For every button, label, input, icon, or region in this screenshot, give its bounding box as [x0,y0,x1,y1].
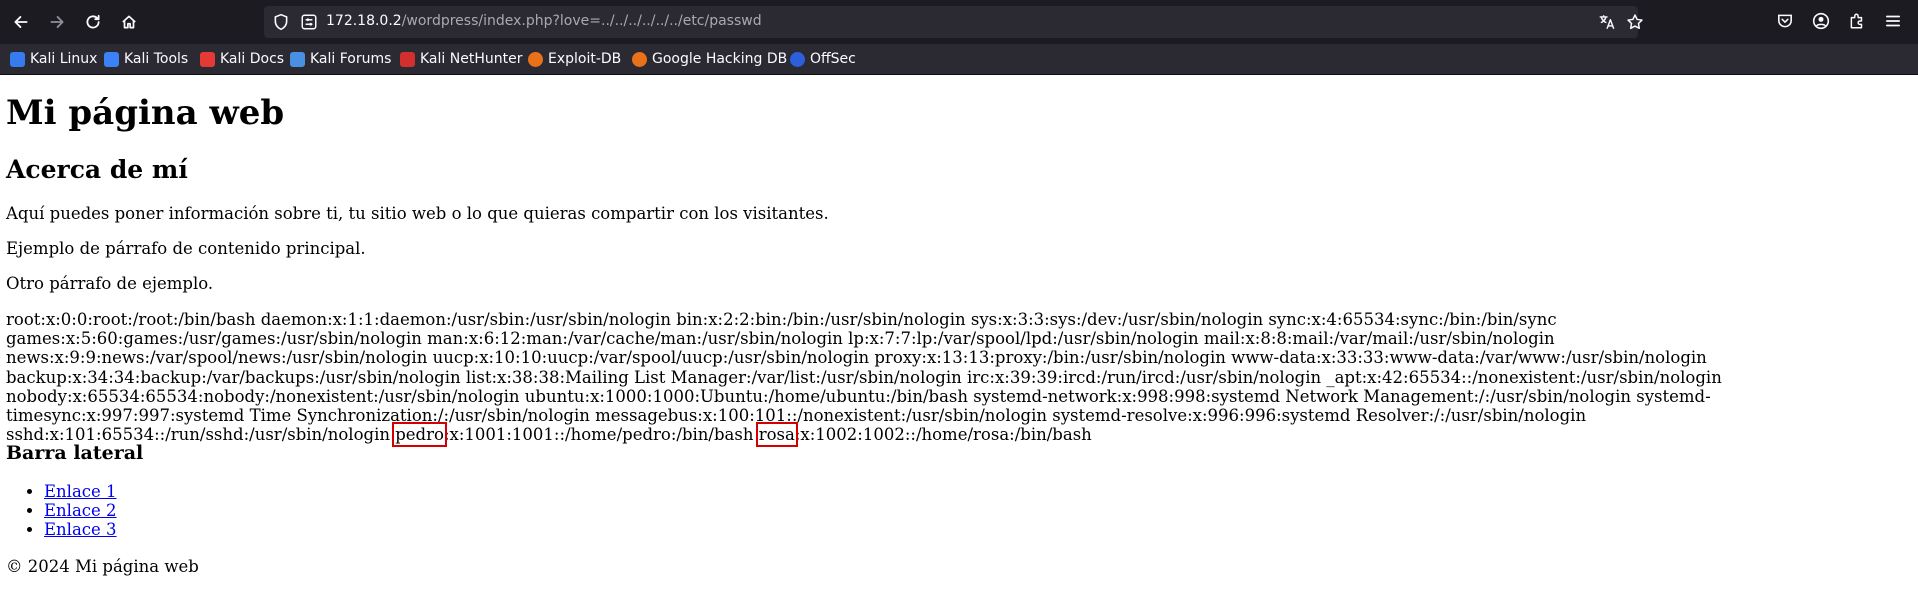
home-icon[interactable] [116,9,142,35]
highlighted-user-rosa: rosa [755,422,798,448]
passwd-text: :x:1001:1001::/home/pedro:/bin/bash [443,425,759,445]
reload-icon[interactable] [80,9,106,35]
connection-info-icon[interactable] [300,13,318,36]
bookmark-kali-docs[interactable]: Kali Docs [200,49,284,69]
list-item: Enlace 1 [44,482,117,501]
passwd-file-output: root:x:0:0:root:/root:/bin/bash daemon:x… [6,310,1906,448]
page-footer: © 2024 Mi página web [6,557,199,576]
bookmark-label: Google Hacking DB [652,51,788,67]
sidebar-heading: Barra lateral [6,442,144,464]
exploitdb-icon [528,51,543,67]
url-text[interactable]: 172.18.0.2/wordpress/index.php?love=../.… [326,13,762,29]
bookmark-kali-forums[interactable]: Kali Forums [290,49,391,69]
bookmark-label: Kali Tools [124,51,189,67]
paragraph-intro: Aquí puedes poner información sobre ti, … [6,204,829,223]
bookmark-label: Kali Docs [220,51,285,67]
nethunter-icon [400,51,415,67]
bookmark-kali-linux[interactable]: Kali Linux [10,49,97,69]
offsec-icon [790,51,805,67]
kali-forums-icon [290,51,305,67]
link-enlace-2[interactable]: Enlace 2 [44,501,117,520]
link-enlace-3[interactable]: Enlace 3 [44,520,117,539]
bookmark-label: Kali Linux [30,51,98,67]
extensions-icon[interactable] [1848,12,1866,35]
pocket-icon[interactable] [1776,12,1794,35]
sidebar-links: Enlace 1 Enlace 2 Enlace 3 [0,482,117,539]
url-bar[interactable]: 172.18.0.2/wordpress/index.php?love=../.… [264,6,1643,38]
forward-arrow-icon[interactable] [44,9,70,35]
passwd-text: :x:1002:1002::/home/rosa:/bin/bash [794,425,1092,445]
link-enlace-1[interactable]: Enlace 1 [44,482,117,501]
bookmark-label: Kali Forums [310,51,392,67]
bookmark-exploit-db[interactable]: Exploit-DB [528,49,621,69]
highlighted-user-pedro: pedro [392,422,447,448]
url-path: /wordpress/index.php?love=../../../../..… [401,13,762,29]
paragraph-other: Otro párrafo de ejemplo. [6,274,214,293]
bookmarks-toolbar: Kali Linux Kali Tools Kali Docs Kali For… [0,44,1918,75]
bookmark-star-icon[interactable] [1626,13,1644,36]
bookmark-label: OffSec [810,51,856,67]
about-heading: Acerca de mí [6,155,188,184]
page-title: Mi página web [6,93,285,133]
bookmark-offsec[interactable]: OffSec [790,49,856,69]
paragraph-example: Ejemplo de párrafo de contenido principa… [6,239,366,258]
url-host: 172.18.0.2 [326,13,402,29]
bookmark-label: Exploit-DB [548,51,622,67]
browser-toolbar: 172.18.0.2/wordpress/index.php?love=../.… [0,0,1918,44]
page-content: Mi página web Acerca de mí Aquí puedes p… [0,75,1918,593]
translate-icon[interactable] [1598,13,1616,36]
bookmark-label: Kali NetHunter [420,51,523,67]
list-item: Enlace 3 [44,520,117,539]
account-icon[interactable] [1812,12,1830,35]
bookmark-kali-tools[interactable]: Kali Tools [104,49,188,69]
bookmark-kali-nethunter[interactable]: Kali NetHunter [400,49,522,69]
menu-icon[interactable] [1884,12,1902,35]
bookmark-google-hacking-db[interactable]: Google Hacking DB [632,49,787,69]
back-arrow-icon[interactable] [8,9,34,35]
kali-docs-icon [200,51,215,67]
kali-tools-icon [104,51,119,67]
shield-icon[interactable] [272,13,290,36]
kali-dragon-icon [10,51,25,67]
ghdb-icon [632,51,647,67]
list-item: Enlace 2 [44,501,117,520]
